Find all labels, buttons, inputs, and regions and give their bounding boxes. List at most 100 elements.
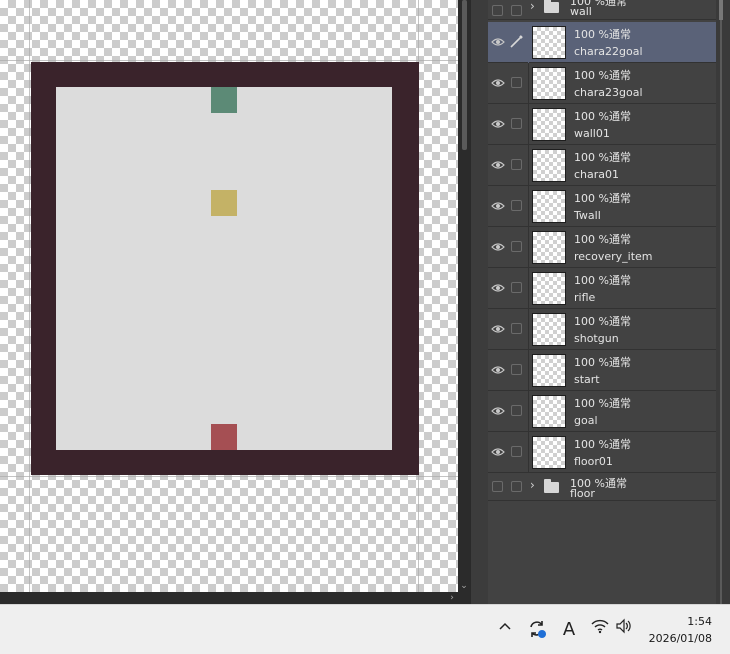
layer-name: floor (570, 487, 595, 500)
eye-icon[interactable] (490, 403, 506, 419)
layer-row[interactable]: 100 %通常 goal (488, 391, 716, 432)
clock-date[interactable]: 2026/01/08 (640, 632, 712, 645)
layer-row[interactable]: 100 %通常 rifle (488, 268, 716, 309)
eye-icon[interactable] (490, 362, 506, 378)
goal-tile-green (211, 87, 237, 113)
layer-thumbnail[interactable] (532, 436, 566, 469)
layer-name: chara23goal (574, 86, 643, 99)
layer-folder-wall[interactable]: › 100 %通常 wall (488, 0, 716, 20)
eye-icon[interactable] (490, 34, 506, 50)
lock-toggle[interactable] (511, 364, 522, 375)
layer-thumbnail[interactable] (532, 354, 566, 387)
column-separator (528, 391, 529, 432)
lock-toggle[interactable] (511, 159, 522, 170)
eye-icon[interactable] (490, 116, 506, 132)
layer-name: Twall (574, 209, 601, 222)
lock-toggle[interactable] (511, 323, 522, 334)
lock-toggle[interactable] (511, 118, 522, 129)
layer-name: recovery_item (574, 250, 653, 263)
layer-thumbnail[interactable] (532, 190, 566, 223)
canvas-area[interactable] (0, 0, 470, 604)
layer-row[interactable]: 100 %通常 shotgun (488, 309, 716, 350)
layer-mode: 100 %通常 (574, 315, 631, 328)
layer-name: wall01 (574, 127, 610, 140)
eye-icon[interactable] (490, 444, 506, 460)
pen-icon[interactable] (508, 32, 526, 50)
layer-name: chara22goal (574, 45, 643, 58)
layer-mode: 100 %通常 (574, 233, 631, 246)
layer-row[interactable]: 100 %通常 chara22goal (488, 22, 716, 63)
panel-divider[interactable] (470, 0, 488, 604)
start-tile-red (211, 424, 237, 450)
lock-toggle[interactable] (511, 446, 522, 457)
layer-thumbnail[interactable] (532, 26, 566, 59)
layer-folder-floor[interactable]: › 100 %通常 floor (488, 473, 716, 501)
wifi-icon[interactable] (590, 618, 610, 642)
eye-icon[interactable] (490, 198, 506, 214)
layer-mode: 100 %通常 (574, 192, 631, 205)
lock-toggle[interactable] (511, 481, 522, 492)
lock-toggle[interactable] (511, 5, 522, 16)
sync-icon[interactable] (526, 618, 548, 642)
layer-thumbnail[interactable] (532, 272, 566, 305)
eye-icon[interactable] (490, 280, 506, 296)
layer-thumbnail[interactable] (532, 395, 566, 428)
item-tile-yellow (211, 190, 237, 216)
layer-mode: 100 %通常 (574, 438, 631, 451)
chevron-right-icon[interactable]: › (530, 0, 535, 13)
layer-mode: 100 %通常 (574, 28, 631, 41)
scroll-right-arrow-icon[interactable]: › (446, 592, 458, 604)
eye-icon[interactable] (490, 75, 506, 91)
layer-mode: 100 %通常 (574, 397, 631, 410)
lock-toggle[interactable] (511, 405, 522, 416)
layer-mode: 100 %通常 (574, 274, 631, 287)
layer-panel-scroll-thumb[interactable] (719, 0, 723, 20)
column-separator (528, 309, 529, 350)
chevron-up-icon[interactable] (496, 618, 514, 642)
lock-toggle[interactable] (511, 77, 522, 88)
lock-toggle[interactable] (511, 282, 522, 293)
ime-icon[interactable]: A (559, 618, 579, 642)
column-separator (528, 186, 529, 227)
visibility-toggle[interactable] (492, 481, 503, 492)
layer-name: shotgun (574, 332, 619, 345)
layer-panel-scrollbar[interactable] (716, 0, 730, 604)
layer-thumbnail[interactable] (532, 108, 566, 141)
eye-icon[interactable] (490, 157, 506, 173)
layer-row[interactable]: 100 %通常 recovery_item (488, 227, 716, 268)
guide-line (0, 476, 458, 477)
volume-icon[interactable] (614, 618, 634, 642)
stage-floor (56, 87, 392, 450)
layer-thumbnail[interactable] (532, 67, 566, 100)
layer-row[interactable]: 100 %通常 start (488, 350, 716, 391)
chevron-right-icon[interactable]: › (530, 478, 535, 492)
layer-row[interactable]: 100 %通常 chara01 (488, 145, 716, 186)
layer-mode: 100 %通常 (574, 110, 631, 123)
layer-thumbnail[interactable] (532, 149, 566, 182)
canvas-horizontal-scrollbar[interactable] (0, 592, 458, 604)
layer-thumbnail[interactable] (532, 231, 566, 264)
scroll-down-arrow-icon[interactable]: ⌄ (458, 580, 470, 592)
scrollbar-corner (458, 592, 470, 604)
lock-toggle[interactable] (511, 200, 522, 211)
layer-name: chara01 (574, 168, 620, 181)
layer-name: goal (574, 414, 598, 427)
clock-time[interactable]: 1:54 (650, 615, 712, 628)
layer-row[interactable]: 100 %通常 Twall (488, 186, 716, 227)
visibility-toggle[interactable] (492, 5, 503, 16)
canvas-vertical-scroll-thumb[interactable] (462, 0, 467, 150)
folder-icon (544, 479, 559, 493)
layer-mode: 100 %通常 (574, 356, 631, 369)
column-separator (528, 145, 529, 186)
layer-row[interactable]: 100 %通常 wall01 (488, 104, 716, 145)
lock-toggle[interactable] (511, 241, 522, 252)
layer-thumbnail[interactable] (532, 313, 566, 346)
eye-icon[interactable] (490, 239, 506, 255)
layer-name: start (574, 373, 600, 386)
column-separator (528, 350, 529, 391)
column-separator (528, 268, 529, 309)
layer-row[interactable]: 100 %通常 floor01 (488, 432, 716, 473)
layer-mode: 100 %通常 (574, 151, 631, 164)
eye-icon[interactable] (490, 321, 506, 337)
layer-row[interactable]: 100 %通常 chara23goal (488, 63, 716, 104)
